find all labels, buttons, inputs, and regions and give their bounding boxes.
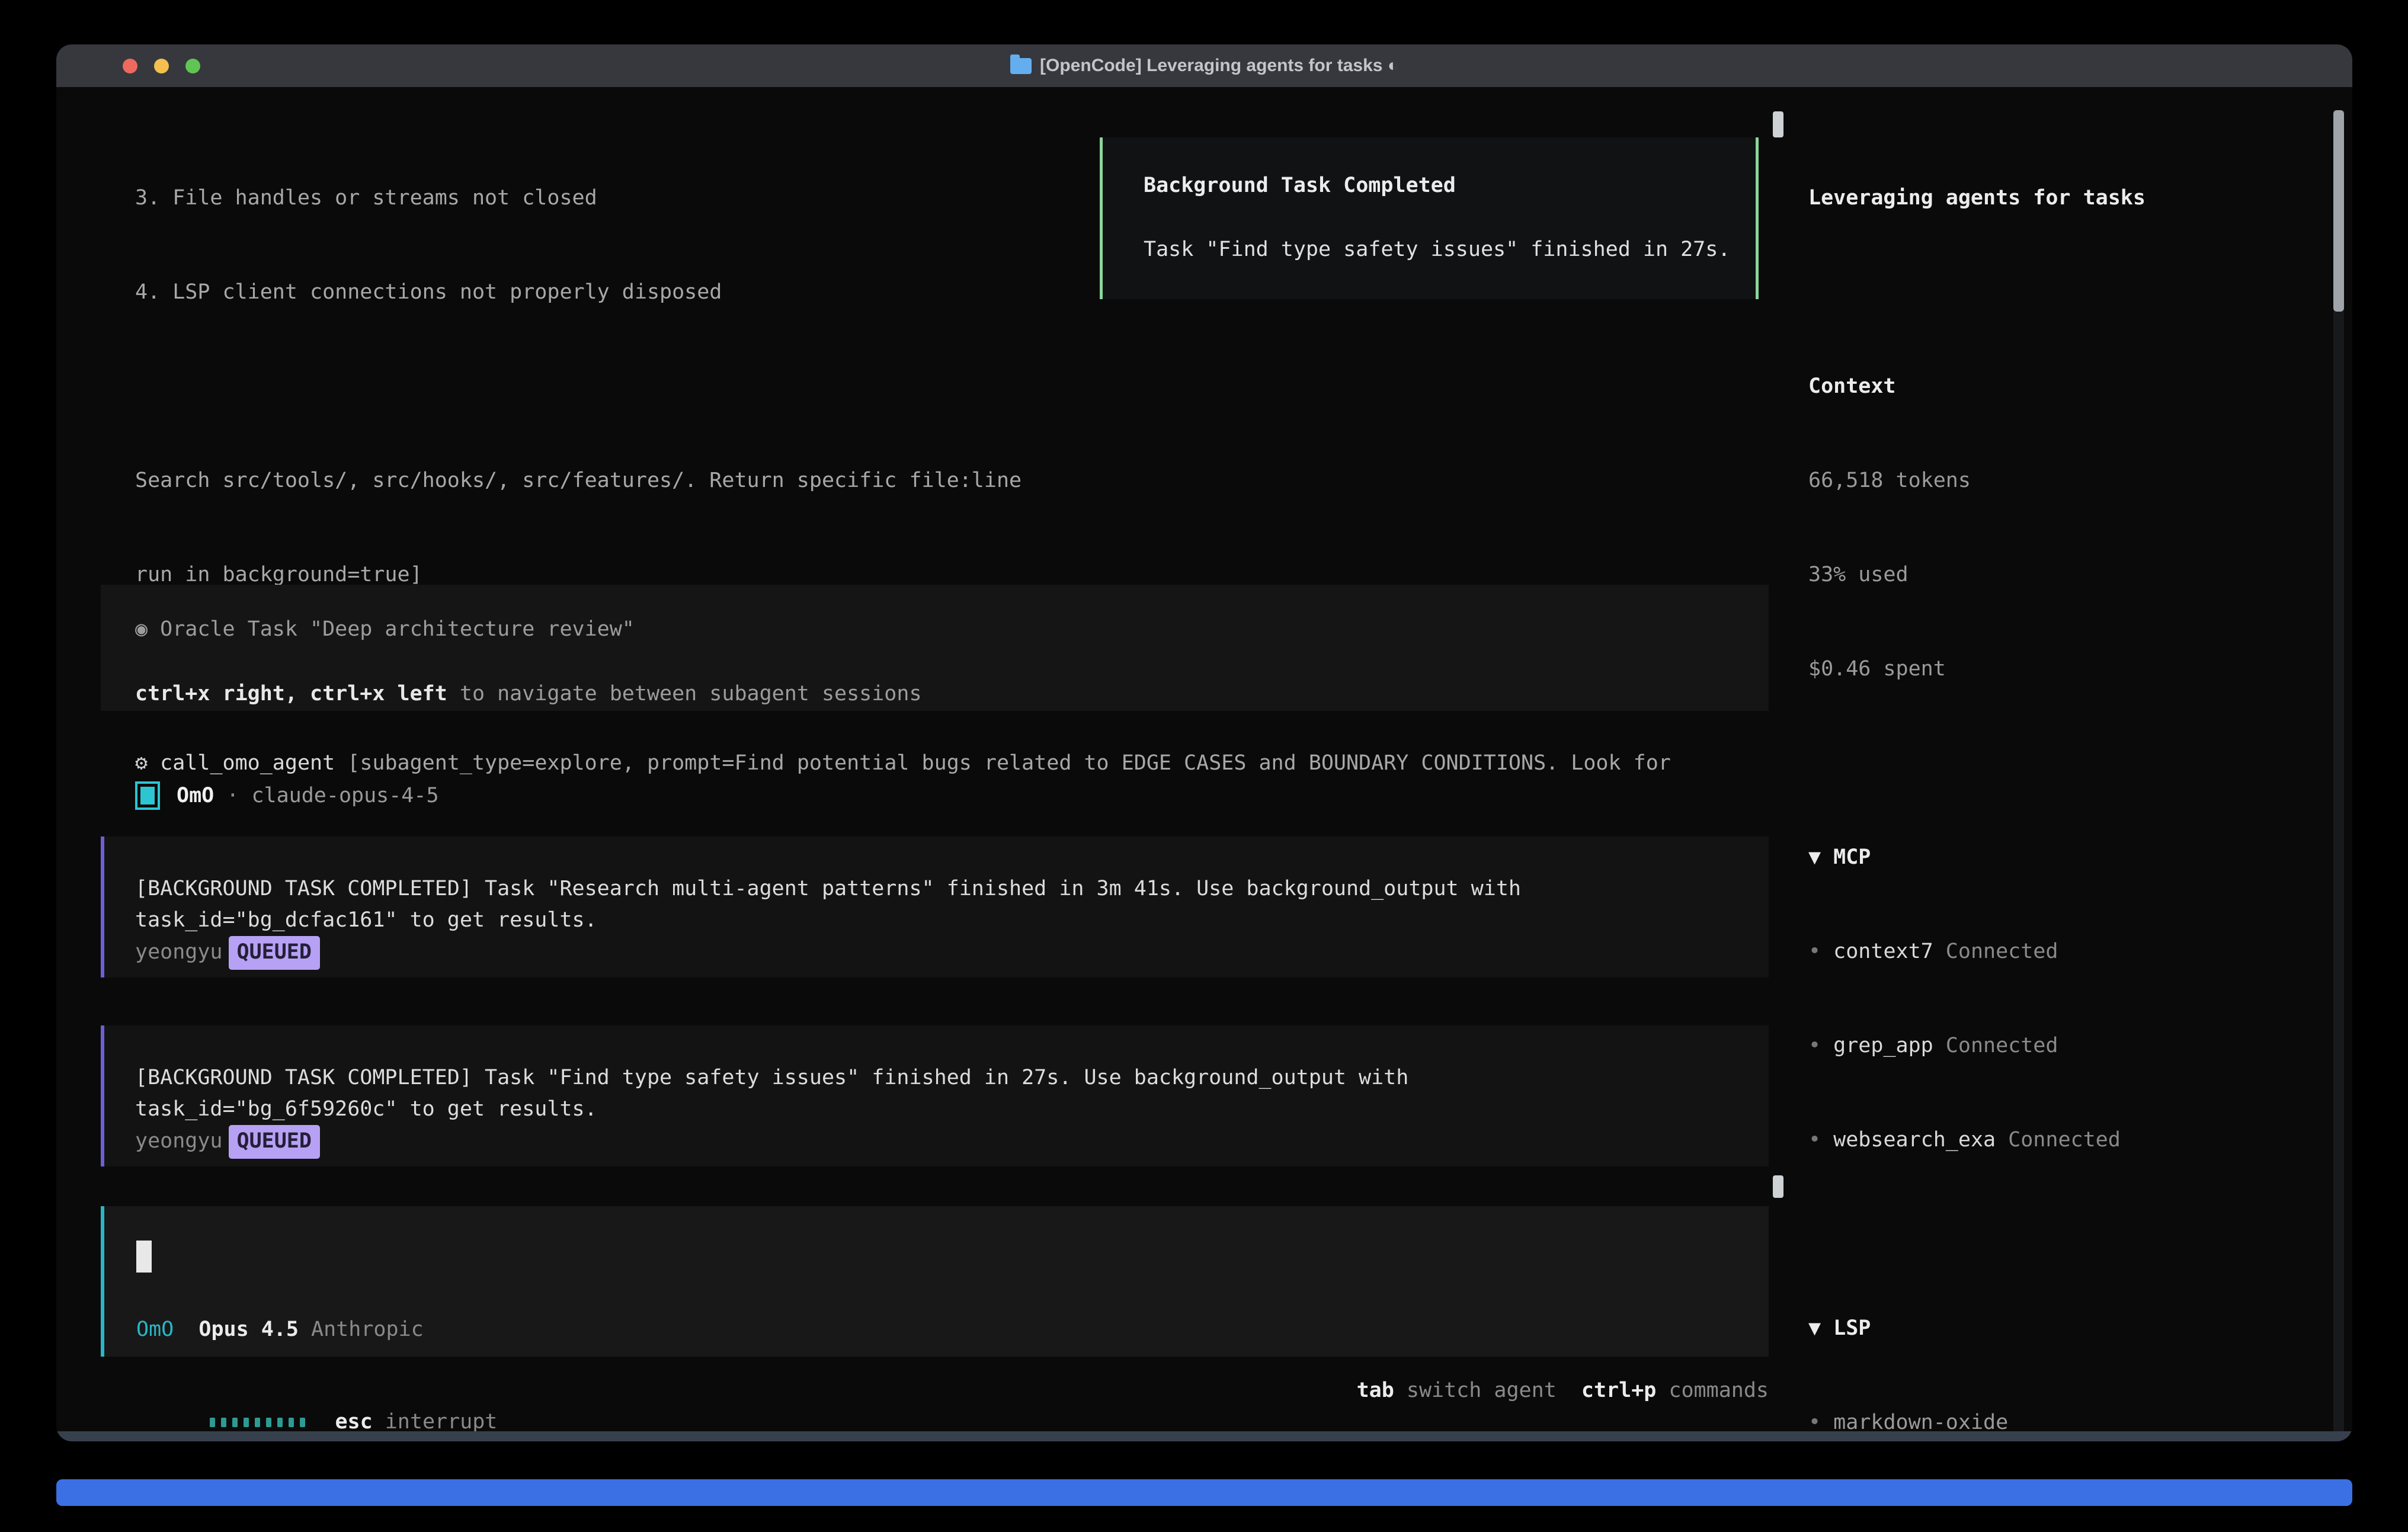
spacer <box>299 1318 311 1341</box>
message-block: [BACKGROUND TASK COMPLETED] Task "Find t… <box>101 1025 1769 1166</box>
bullet-icon: • <box>1808 940 1833 963</box>
agent-model: claude-opus-4-5 <box>251 784 438 807</box>
agent-header: OmO · claude-opus-4-5 <box>135 780 439 811</box>
context-tokens: 66,518 tokens <box>1808 465 2330 496</box>
blank-line <box>1808 748 2330 779</box>
mcp-status: Connected <box>1996 1128 2121 1152</box>
status-badge: QUEUED <box>229 936 320 970</box>
agent-name: OmO <box>177 784 214 807</box>
ctrlp-label: commands <box>1656 1379 1769 1402</box>
blank-line <box>135 371 1770 402</box>
lsp-name: markdown-oxide <box>1833 1411 2008 1434</box>
chat-scrollbar-thumb[interactable] <box>1773 1175 1783 1198</box>
notification-body: Task "Find type safety issues" finished … <box>1144 234 1730 265</box>
titlebar[interactable]: [OpenCode] Leveraging agents for tasks ◐ <box>56 44 2352 87</box>
dock-bar <box>56 1479 2352 1506</box>
message-line: [BACKGROUND TASK COMPLETED] Task "Resear… <box>135 873 1521 905</box>
status-badge: QUEUED <box>229 1125 320 1159</box>
bullet-icon: • <box>1808 1128 1833 1152</box>
notification-title: Background Task Completed <box>1144 170 1456 201</box>
desktop: [OpenCode] Leveraging agents for tasks ◐… <box>0 0 2408 1532</box>
status-bar: esc interrupt tab switch agent ctrl+p co… <box>135 1375 1769 1406</box>
message-line: task_id="bg_dcfac161" to get results. <box>135 905 597 936</box>
esc-label: interrupt <box>373 1410 498 1434</box>
input-meta: OmO Opus 4.5 Anthropic <box>136 1314 424 1345</box>
esc-key-hint: esc <box>335 1410 372 1434</box>
tab-label: switch agent <box>1394 1379 1557 1402</box>
message-footer: yeongyuQUEUED <box>135 936 320 970</box>
context-used: 33% used <box>1808 559 2330 591</box>
mcp-status: Connected <box>1933 940 2058 963</box>
ctrlp-key-hint: ctrl+p <box>1557 1379 1657 1402</box>
mcp-section-header[interactable]: ▼ MCP <box>1808 842 2330 873</box>
spinner-dots <box>210 1410 311 1434</box>
context-spent: $0.46 spent <box>1808 653 2330 685</box>
author: yeongyu <box>135 940 223 964</box>
mcp-item: • websearch_exa Connected <box>1808 1124 2330 1156</box>
mcp-status: Connected <box>1933 1034 2058 1057</box>
chat-scrollbar-thumb[interactable] <box>1773 111 1783 137</box>
message-block: [BACKGROUND TASK COMPLETED] Task "Resear… <box>101 836 1769 977</box>
agent-icon <box>135 781 160 810</box>
session-title: Leveraging agents for tasks <box>1808 182 2330 214</box>
author: yeongyu <box>135 1129 223 1153</box>
active-model: Opus 4.5 <box>198 1318 299 1341</box>
provider: Anthropic <box>311 1318 424 1341</box>
blank-line <box>1808 1219 2330 1250</box>
terminal-window: [OpenCode] Leveraging agents for tasks ◐… <box>56 44 2352 1441</box>
context-heading: Context <box>1808 371 2330 402</box>
background-task-notification: Background Task Completed Task "Find typ… <box>1100 137 1759 299</box>
window-title: [OpenCode] Leveraging agents for tasks ◐ <box>1040 56 1398 76</box>
oracle-task-box: ◉ Oracle Task "Deep architecture review"… <box>101 585 1769 711</box>
tool-args: [subagent_type=explore, prompt=Find pote… <box>335 751 1671 775</box>
mcp-name: context7 <box>1833 940 1933 963</box>
folder-icon <box>1010 58 1032 74</box>
blank-line <box>1808 277 2330 308</box>
hint-keys: ctrl+x right, ctrl+x left <box>135 682 447 706</box>
prompt-input[interactable]: OmO Opus 4.5 Anthropic <box>101 1206 1769 1357</box>
message-line: task_id="bg_6f59260c" to get results. <box>135 1094 597 1125</box>
separator: · <box>214 784 251 807</box>
mcp-name: grep_app <box>1833 1034 1933 1057</box>
window-title-row: [OpenCode] Leveraging agents for tasks ◐ <box>56 44 2352 87</box>
mcp-item: • context7 Connected <box>1808 936 2330 967</box>
message-line: [BACKGROUND TASK COMPLETED] Task "Find t… <box>135 1062 1408 1094</box>
status-bar-right: tab switch agent ctrl+p commands <box>1357 1375 1769 1406</box>
oracle-task-hint: ctrl+x right, ctrl+x left to navigate be… <box>135 678 922 710</box>
spacer <box>174 1318 198 1341</box>
oracle-task-title: ◉ Oracle Task "Deep architecture review" <box>135 614 635 645</box>
mcp-name: websearch_exa <box>1833 1128 1996 1152</box>
lsp-section-header[interactable]: ▼ LSP <box>1808 1313 2330 1344</box>
bullet-icon: • <box>1808 1034 1833 1057</box>
tab-key-hint: tab <box>1357 1379 1394 1402</box>
sidebar: Leveraging agents for tasks Context 66,5… <box>1808 120 2330 1441</box>
scrollback-line: Search src/tools/, src/hooks/, src/featu… <box>135 465 1770 496</box>
mcp-item: • grep_app Connected <box>1808 1030 2330 1062</box>
message-footer: yeongyuQUEUED <box>135 1125 320 1159</box>
tool-name: call_omo_agent <box>160 751 335 775</box>
bullet-icon: • <box>1808 1411 1833 1434</box>
active-agent: OmO <box>136 1318 174 1341</box>
tool-call-line: ⚙ call_omo_agent [subagent_type=explore,… <box>135 748 1770 779</box>
text-cursor <box>136 1241 152 1273</box>
window-bottom-edge <box>56 1431 2352 1441</box>
gear-icon: ⚙ <box>135 751 160 775</box>
hint-text: to navigate between subagent sessions <box>447 682 922 706</box>
sidebar-scrollbar-thumb[interactable] <box>2333 110 2344 312</box>
